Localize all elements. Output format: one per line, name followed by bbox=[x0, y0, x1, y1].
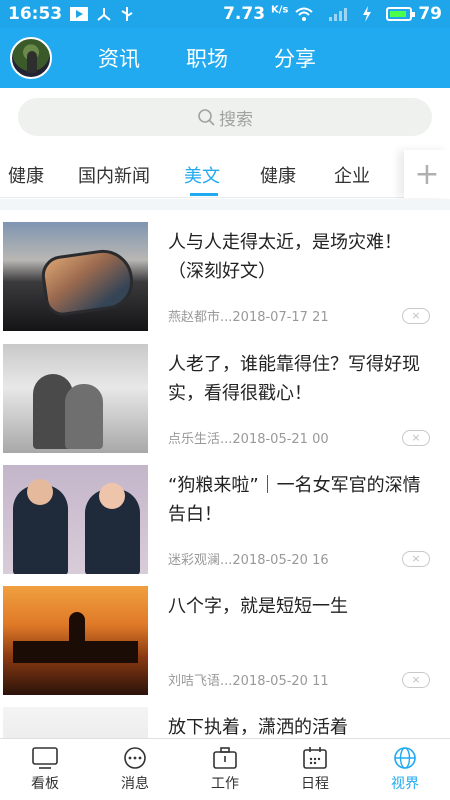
list-item[interactable]: 放下执着，潇洒的活着 bbox=[0, 695, 450, 738]
nav-work[interactable]: 工作 bbox=[180, 739, 270, 800]
article-title: “狗粮来啦”｜一名女军官的深情告白！ bbox=[168, 475, 421, 525]
category-tabs: 健康 国内新闻 美文 健康 企业 + bbox=[0, 150, 450, 198]
nav-messages-label: 消息 bbox=[121, 776, 149, 792]
search-placeholder: 搜索 bbox=[219, 109, 253, 130]
close-icon: × bbox=[411, 309, 421, 322]
tab-share[interactable]: 分享 bbox=[274, 43, 316, 73]
search-bar: 搜索 bbox=[0, 88, 450, 150]
tab-workplace[interactable]: 职场 bbox=[186, 43, 228, 73]
article-title: 八个字，就是短短一生 bbox=[168, 596, 348, 617]
article-thumbnail bbox=[3, 344, 148, 453]
signal-icon bbox=[328, 6, 348, 22]
article-title: 人与人走得太近，是场灾难！（深刻好文） bbox=[168, 232, 402, 282]
article-thumbnail bbox=[3, 707, 148, 738]
category-tab-domestic-news[interactable]: 国内新闻 bbox=[78, 162, 150, 188]
battery-icon bbox=[386, 7, 416, 21]
article-meta: 刘咭飞语...2018-05-20 11 bbox=[168, 674, 329, 689]
nav-schedule-label: 日程 bbox=[301, 776, 329, 792]
tab-news[interactable]: 资讯 bbox=[98, 43, 140, 73]
network-speed: 7.73 K/s bbox=[223, 4, 289, 24]
article-meta: 点乐生活...2018-05-21 00 bbox=[168, 432, 329, 447]
briefcase-icon bbox=[213, 747, 237, 769]
active-tab-indicator bbox=[190, 193, 218, 196]
wifi-icon bbox=[294, 6, 314, 22]
nav-vision-label: 视界 bbox=[391, 776, 419, 792]
article-thumbnail bbox=[3, 465, 148, 574]
message-icon bbox=[124, 747, 146, 769]
article-title: 人老了，谁能靠得住？写得好现实，看得很戳心！ bbox=[168, 354, 420, 404]
close-icon: × bbox=[411, 673, 421, 686]
share-icon bbox=[96, 6, 112, 22]
dismiss-button[interactable]: × bbox=[402, 430, 430, 446]
nav-schedule[interactable]: 日程 bbox=[270, 739, 360, 800]
search-icon bbox=[198, 109, 215, 126]
search-input[interactable]: 搜索 bbox=[18, 98, 432, 136]
list-item[interactable]: 人老了，谁能靠得住？写得好现实，看得很戳心！ 点乐生活...2018-05-21… bbox=[0, 332, 450, 454]
article-meta: 燕赵都市...2018-07-17 21 bbox=[168, 310, 329, 325]
category-tab-enterprise[interactable]: 企业 bbox=[334, 162, 370, 188]
nav-dashboard[interactable]: 看板 bbox=[0, 739, 90, 800]
top-header: 资讯 职场 分享 bbox=[0, 28, 450, 88]
divider bbox=[0, 199, 450, 210]
charging-icon bbox=[362, 6, 372, 22]
nav-messages[interactable]: 消息 bbox=[90, 739, 180, 800]
nav-vision[interactable]: 视界 bbox=[360, 739, 450, 800]
category-tab-essays[interactable]: 美文 bbox=[184, 162, 220, 188]
usb-icon bbox=[120, 6, 134, 22]
globe-icon bbox=[394, 747, 416, 769]
status-time: 16:53 bbox=[8, 4, 63, 24]
plus-icon: + bbox=[414, 156, 440, 192]
dismiss-button[interactable]: × bbox=[402, 551, 430, 567]
bottom-nav: 看板 消息 工作 日程 视界 bbox=[0, 738, 450, 800]
dashboard-icon bbox=[32, 747, 58, 769]
category-tab-health-2[interactable]: 健康 bbox=[260, 162, 296, 188]
add-category-button[interactable]: + bbox=[404, 150, 450, 198]
article-thumbnail bbox=[3, 586, 148, 695]
article-meta: 迷彩观澜...2018-05-20 16 bbox=[168, 553, 329, 568]
play-icon bbox=[70, 7, 89, 21]
list-item[interactable]: “狗粮来啦”｜一名女军官的深情告白！ 迷彩观澜...2018-05-20 16 … bbox=[0, 453, 450, 575]
close-icon: × bbox=[411, 552, 421, 565]
close-icon: × bbox=[411, 431, 421, 444]
top-nav: 资讯 职场 分享 bbox=[98, 43, 316, 73]
avatar[interactable] bbox=[10, 37, 52, 79]
article-title: 放下执着，潇洒的活着 bbox=[168, 717, 348, 738]
dismiss-button[interactable]: × bbox=[402, 308, 430, 324]
nav-work-label: 工作 bbox=[211, 776, 239, 792]
calendar-icon bbox=[303, 747, 327, 769]
nav-dashboard-label: 看板 bbox=[31, 776, 59, 792]
list-item[interactable]: 人与人走得太近，是场灾难！（深刻好文） 燕赵都市...2018-07-17 21… bbox=[0, 210, 450, 332]
status-bar: 16:53 7.73 K/s 79 bbox=[0, 0, 450, 28]
article-thumbnail bbox=[3, 222, 148, 331]
list-item[interactable]: 八个字，就是短短一生 刘咭飞语...2018-05-20 11 × bbox=[0, 574, 450, 696]
category-tab-health[interactable]: 健康 bbox=[8, 162, 44, 188]
dismiss-button[interactable]: × bbox=[402, 672, 430, 688]
battery-level: 79 bbox=[418, 4, 442, 24]
